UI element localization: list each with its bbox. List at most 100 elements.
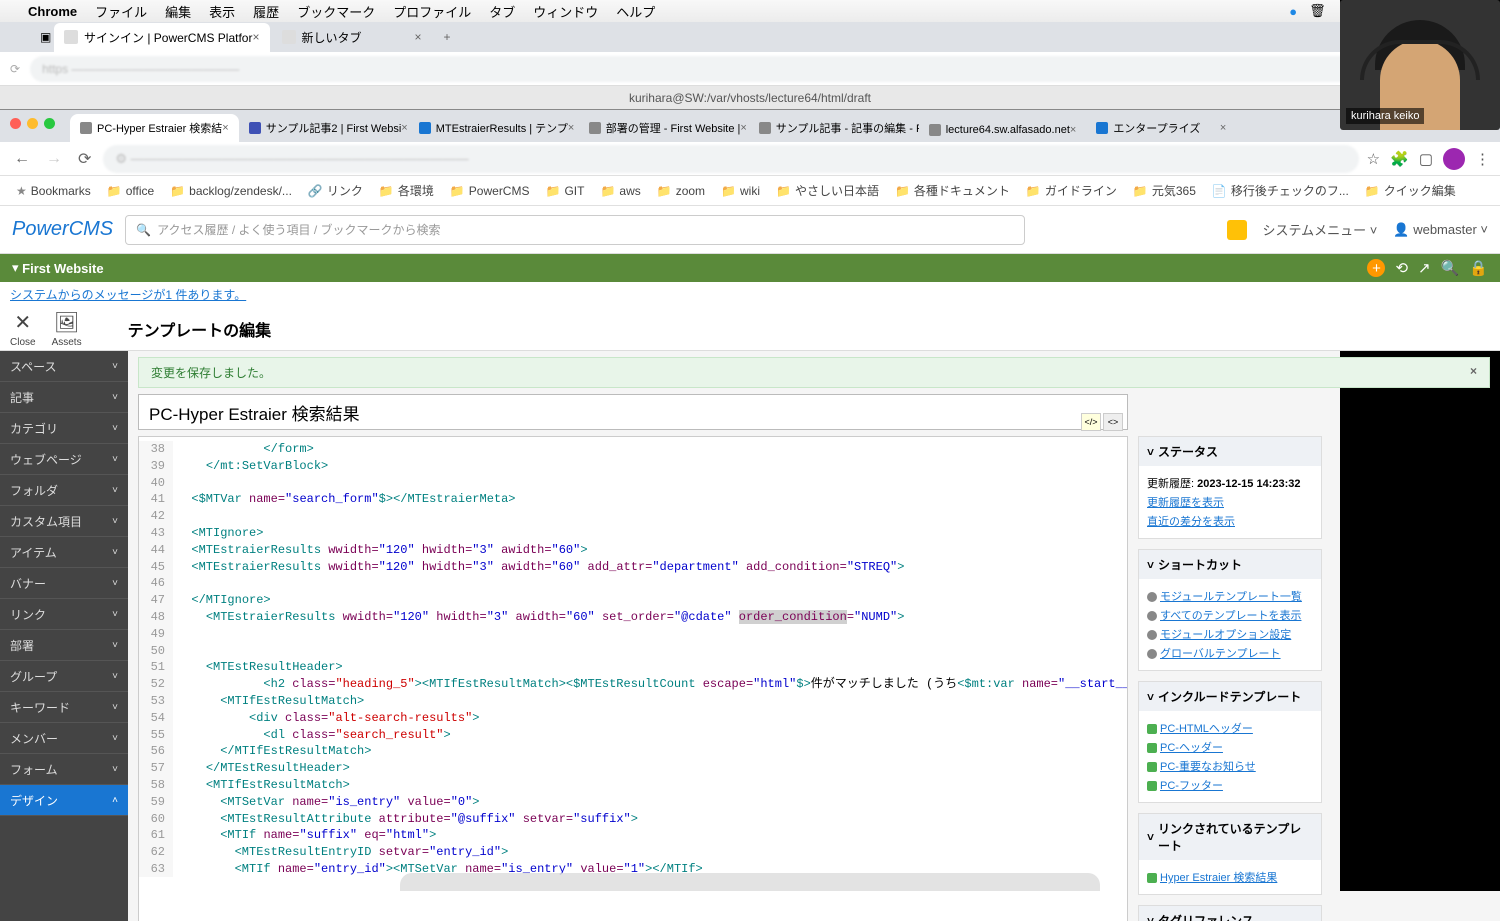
- menu-window[interactable]: ウィンドウ: [533, 2, 598, 21]
- panel-link[interactable]: PC-重要なお知らせ: [1160, 761, 1256, 773]
- code-line[interactable]: 59 <MTSetVar name="is_entry" value="0">: [139, 794, 1127, 811]
- menu-tab[interactable]: タブ: [489, 2, 515, 21]
- sync-icon[interactable]: ⟲: [1395, 259, 1408, 277]
- bookmark-item[interactable]: 📁backlog/zendesk/...: [164, 181, 298, 201]
- panel-link[interactable]: PC-ヘッダー: [1160, 742, 1223, 754]
- cms-logo[interactable]: PowerCMS: [12, 218, 113, 241]
- reload-icon[interactable]: ⟳: [74, 149, 95, 169]
- code-line[interactable]: 43 <MTIgnore>: [139, 525, 1127, 542]
- bookmark-item[interactable]: 📁zoom: [651, 181, 711, 201]
- bookmark-item[interactable]: 📄移行後チェックのフ...: [1206, 179, 1355, 202]
- bookmark-item[interactable]: 📁office: [101, 181, 160, 201]
- close-icon[interactable]: ×: [401, 122, 407, 134]
- app-name[interactable]: Chrome: [28, 4, 77, 19]
- menu-bookmarks[interactable]: ブックマーク: [297, 2, 375, 21]
- code-line[interactable]: 47 </MTIgnore>: [139, 592, 1127, 609]
- new-tab-button[interactable]: +: [434, 30, 461, 44]
- forward-icon[interactable]: →: [42, 150, 66, 168]
- code-line[interactable]: 49: [139, 626, 1127, 643]
- menu-file[interactable]: ファイル: [95, 2, 147, 21]
- template-title-input[interactable]: [138, 394, 1128, 430]
- code-line[interactable]: 45 <MTEstraierResults wwidth="120" hwidt…: [139, 559, 1127, 576]
- browser-tab[interactable]: PC-Hyper Estraier 検索結×: [70, 114, 239, 142]
- panel-link[interactable]: PC-HTMLヘッダー: [1160, 723, 1253, 735]
- sidebar-item[interactable]: カスタム項目˅: [0, 506, 128, 537]
- code-line[interactable]: 53 <MTIfEstResultMatch>: [139, 693, 1127, 710]
- sidebar-item[interactable]: リンク˅: [0, 599, 128, 630]
- url-input[interactable]: ⚙ ——————————————————————————: [103, 145, 1358, 173]
- browser-tab[interactable]: lecture64.sw.alfasado.net×: [919, 118, 1087, 142]
- bookmark-item[interactable]: 📁ガイドライン: [1020, 179, 1123, 202]
- history-link[interactable]: 更新履歴を表示: [1147, 497, 1224, 509]
- panel-header[interactable]: ˅ タグリファレンス: [1139, 906, 1321, 921]
- sidebar-item[interactable]: フォルダ˅: [0, 475, 128, 506]
- extensions-icon[interactable]: 🧩: [1390, 150, 1409, 168]
- cms-search[interactable]: 🔍 アクセス履歴 / よく使う項目 / ブックマークから検索: [125, 215, 1025, 245]
- sidebar-item[interactable]: ウェブページ˅: [0, 444, 128, 475]
- trash-icon[interactable]: 🗑: [1309, 3, 1326, 19]
- sidebar-item[interactable]: グループ˅: [0, 661, 128, 692]
- bookmark-item[interactable]: 📁GIT: [539, 181, 590, 201]
- code-line[interactable]: 39 </mt:SetVarBlock>: [139, 458, 1127, 475]
- back-icon[interactable]: ←: [10, 150, 34, 168]
- diff-link[interactable]: 直近の差分を表示: [1147, 516, 1235, 528]
- code-line[interactable]: 42: [139, 508, 1127, 525]
- code-line[interactable]: 57 </MTEstResultHeader>: [139, 760, 1127, 777]
- code-line[interactable]: 41 <$MTVar name="search_form"$></MTEstra…: [139, 491, 1127, 508]
- reload-icon[interactable]: ⟳: [10, 62, 20, 76]
- code-line[interactable]: 56 </MTIfEstResultMatch>: [139, 743, 1127, 760]
- bookmark-item[interactable]: 📁各種ドキュメント: [889, 179, 1016, 202]
- code-editor[interactable]: </> <> 38 </form>39 </mt:SetVarBlock>404…: [138, 436, 1128, 921]
- add-icon[interactable]: +: [1367, 259, 1385, 277]
- bookmark-item[interactable]: ★Bookmarks: [10, 181, 97, 201]
- code-line[interactable]: 58 <MTIfEstResultMatch>: [139, 777, 1127, 794]
- bookmark-item[interactable]: 📁aws: [594, 181, 646, 201]
- code-line[interactable]: 46: [139, 575, 1127, 592]
- close-icon[interactable]: ×: [252, 30, 259, 44]
- code-line[interactable]: 51 <MTEstResultHeader>: [139, 659, 1127, 676]
- outer-tab-1[interactable]: サインイン | PowerCMS Platfor ×: [54, 23, 270, 52]
- bookmark-item[interactable]: 📁PowerCMS: [444, 181, 536, 201]
- sidebar-item[interactable]: メンバー˅: [0, 723, 128, 754]
- code-line[interactable]: 55 <dl class="search_result">: [139, 727, 1127, 744]
- panel-link[interactable]: すべてのテンプレートを表示: [1160, 610, 1301, 622]
- panel-header[interactable]: ˅ ステータス: [1139, 437, 1321, 466]
- close-icon[interactable]: ×: [568, 122, 574, 134]
- code-line[interactable]: 40: [139, 475, 1127, 492]
- sidebar-item[interactable]: スペース˅: [0, 351, 128, 382]
- browser-tab[interactable]: エンタープライズ×: [1086, 114, 1236, 142]
- bookmark-item[interactable]: 📁元気365: [1127, 179, 1202, 202]
- panel-header[interactable]: ˅ インクルードテンプレート: [1139, 682, 1321, 711]
- user-menu[interactable]: 👤 webmaster ˅: [1393, 222, 1488, 238]
- editor-mode-toggle[interactable]: </> <>: [1081, 413, 1123, 431]
- menu-profile[interactable]: プロファイル: [393, 2, 471, 21]
- code-line[interactable]: 62 <MTEstResultEntryID setvar="entry_id"…: [139, 844, 1127, 861]
- sidebar-item[interactable]: 部署˅: [0, 630, 128, 661]
- code-line[interactable]: 50: [139, 643, 1127, 660]
- outer-tab-2[interactable]: 新しいタブ ×: [272, 23, 432, 52]
- search-icon[interactable]: 🔍: [1441, 259, 1460, 277]
- browser-tab[interactable]: サンプル記事2 | First Websi×: [239, 114, 409, 142]
- panel-header[interactable]: ˅ リンクされているテンプレート: [1139, 814, 1321, 860]
- bookmark-item[interactable]: 🔗リンク: [302, 179, 369, 202]
- code-line[interactable]: 61 <MTIf name="suffix" eq="html">: [139, 827, 1127, 844]
- window-controls[interactable]: [10, 118, 55, 129]
- menu-edit[interactable]: 編集: [165, 2, 191, 21]
- close-icon[interactable]: ×: [1470, 364, 1477, 381]
- bookmark-item[interactable]: 📁クイック編集: [1359, 179, 1462, 202]
- panel-link[interactable]: PC-フッター: [1160, 780, 1223, 792]
- bookmark-item[interactable]: 📁各環境: [373, 179, 440, 202]
- close-icon[interactable]: ×: [1070, 124, 1076, 136]
- bookmark-item[interactable]: 📁やさしい日本語: [770, 179, 885, 202]
- menu-help[interactable]: ヘルプ: [616, 2, 655, 21]
- kebab-icon[interactable]: ⋮: [1475, 150, 1490, 168]
- sidebar-item[interactable]: 記事˅: [0, 382, 128, 413]
- dock[interactable]: [400, 873, 1100, 891]
- site-name[interactable]: First Website: [22, 261, 103, 276]
- code-line[interactable]: 48 <MTEstraierResults wwidth="120" hwidt…: [139, 609, 1127, 626]
- sidebar-item[interactable]: カテゴリ˅: [0, 413, 128, 444]
- sidebar-item[interactable]: バナー˅: [0, 568, 128, 599]
- panel-header[interactable]: ˅ ショートカット: [1139, 550, 1321, 579]
- panel-link[interactable]: Hyper Estraier 検索結果: [1160, 872, 1277, 884]
- lock-icon[interactable]: 🔒: [1469, 259, 1488, 277]
